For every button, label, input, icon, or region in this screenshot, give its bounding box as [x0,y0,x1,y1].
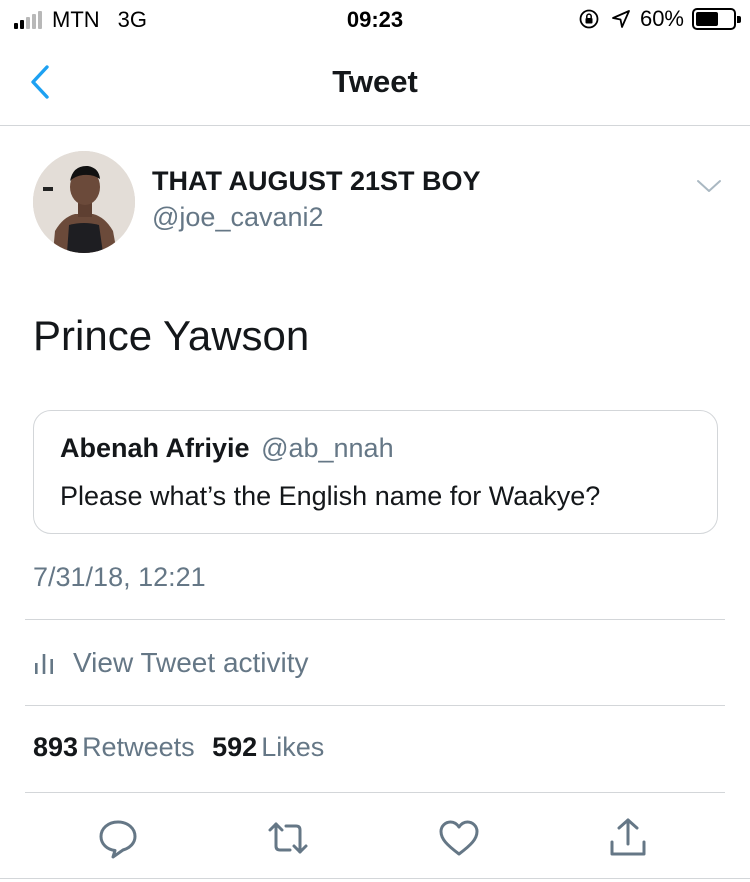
quoted-tweet-card[interactable]: Abenah Afriyie @ab_nnah Please what’s th… [33,410,718,534]
tweet-timestamp: 7/31/18, 12:21 [33,562,206,592]
divider [25,792,725,793]
battery-icon [692,8,741,30]
quoted-author-handle: @ab_nnah [261,433,394,463]
likes-count[interactable]: 592 [212,732,257,762]
share-button[interactable] [606,816,650,860]
avatar[interactable] [33,151,135,253]
location-icon [612,10,630,28]
divider [25,705,725,706]
quoted-tweet-header: Abenah Afriyie @ab_nnah [60,433,394,464]
share-icon [610,818,646,856]
author-display-name[interactable]: THAT AUGUST 21ST BOY [152,166,481,197]
view-tweet-activity-link[interactable]: View Tweet activity [33,643,309,683]
page-title: Tweet [332,64,418,99]
avatar-image [33,151,135,253]
bar-chart-icon [35,654,53,674]
reply-icon [99,820,137,859]
quoted-author-name: Abenah Afriyie [60,433,250,463]
retweets-label[interactable]: Retweets [82,732,195,762]
like-icon [439,820,479,856]
tweet-text: Prince Yawson [33,312,310,359]
like-button[interactable] [437,816,481,860]
activity-label: View Tweet activity [73,647,309,678]
likes-label[interactable]: Likes [261,732,324,762]
engagement-stats: 893 Retweets 592 Likes [33,732,334,763]
retweets-count[interactable]: 893 [33,732,78,762]
quoted-tweet-text: Please what’s the English name for Waaky… [60,481,601,511]
retweet-icon [268,822,308,854]
tweet-options-button[interactable] [694,174,724,198]
divider [0,878,750,879]
divider [25,619,725,620]
chevron-down-icon [697,180,721,192]
navigation-bar: Tweet [0,40,750,126]
rotation-lock-icon [579,9,599,29]
status-right: 60% [578,6,741,32]
battery-percent: 60% [639,6,684,31]
reply-button[interactable] [96,816,140,860]
status-bar: MTN 3G 09:23 60% [0,0,750,40]
author-handle[interactable]: @joe_cavani2 [152,202,324,233]
retweet-button[interactable] [266,816,310,860]
